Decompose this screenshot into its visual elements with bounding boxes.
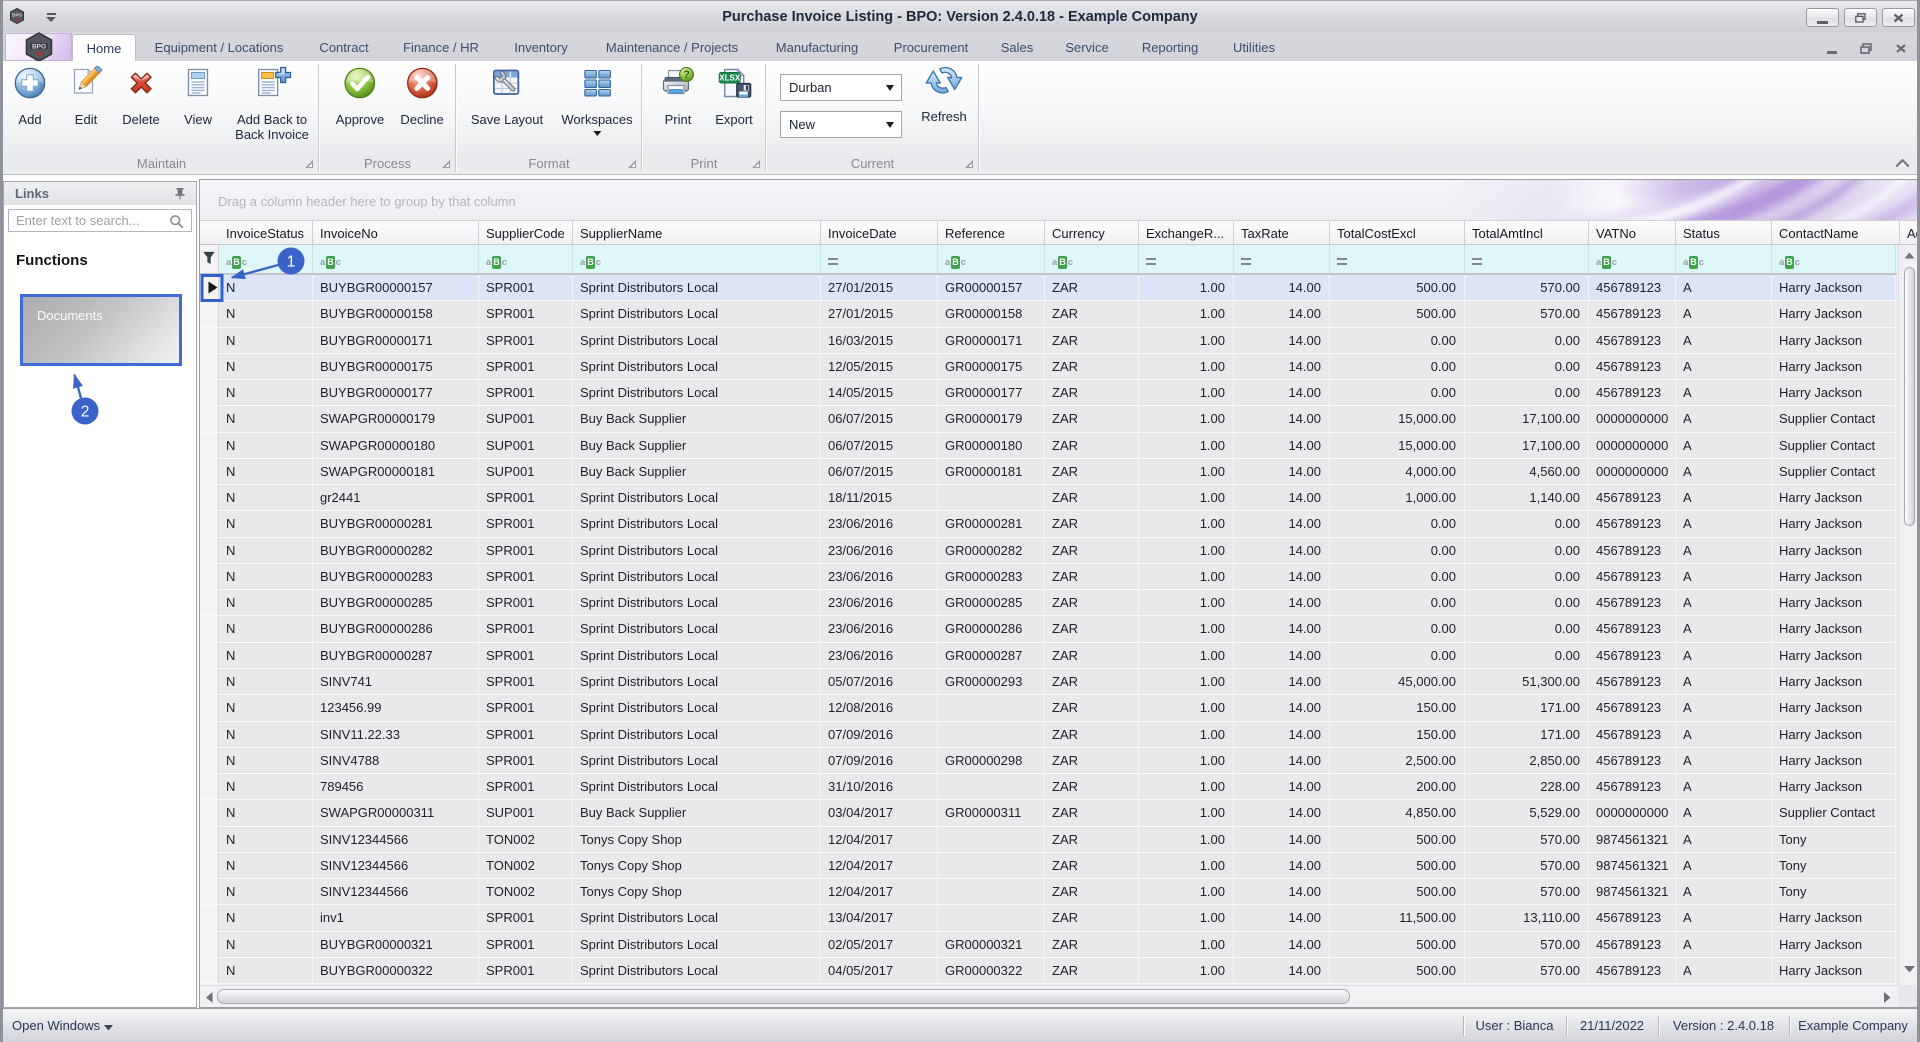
svg-text:?: ?	[683, 69, 690, 81]
svg-text:BPO: BPO	[31, 44, 45, 51]
svg-text:XLSX: XLSX	[719, 74, 741, 83]
